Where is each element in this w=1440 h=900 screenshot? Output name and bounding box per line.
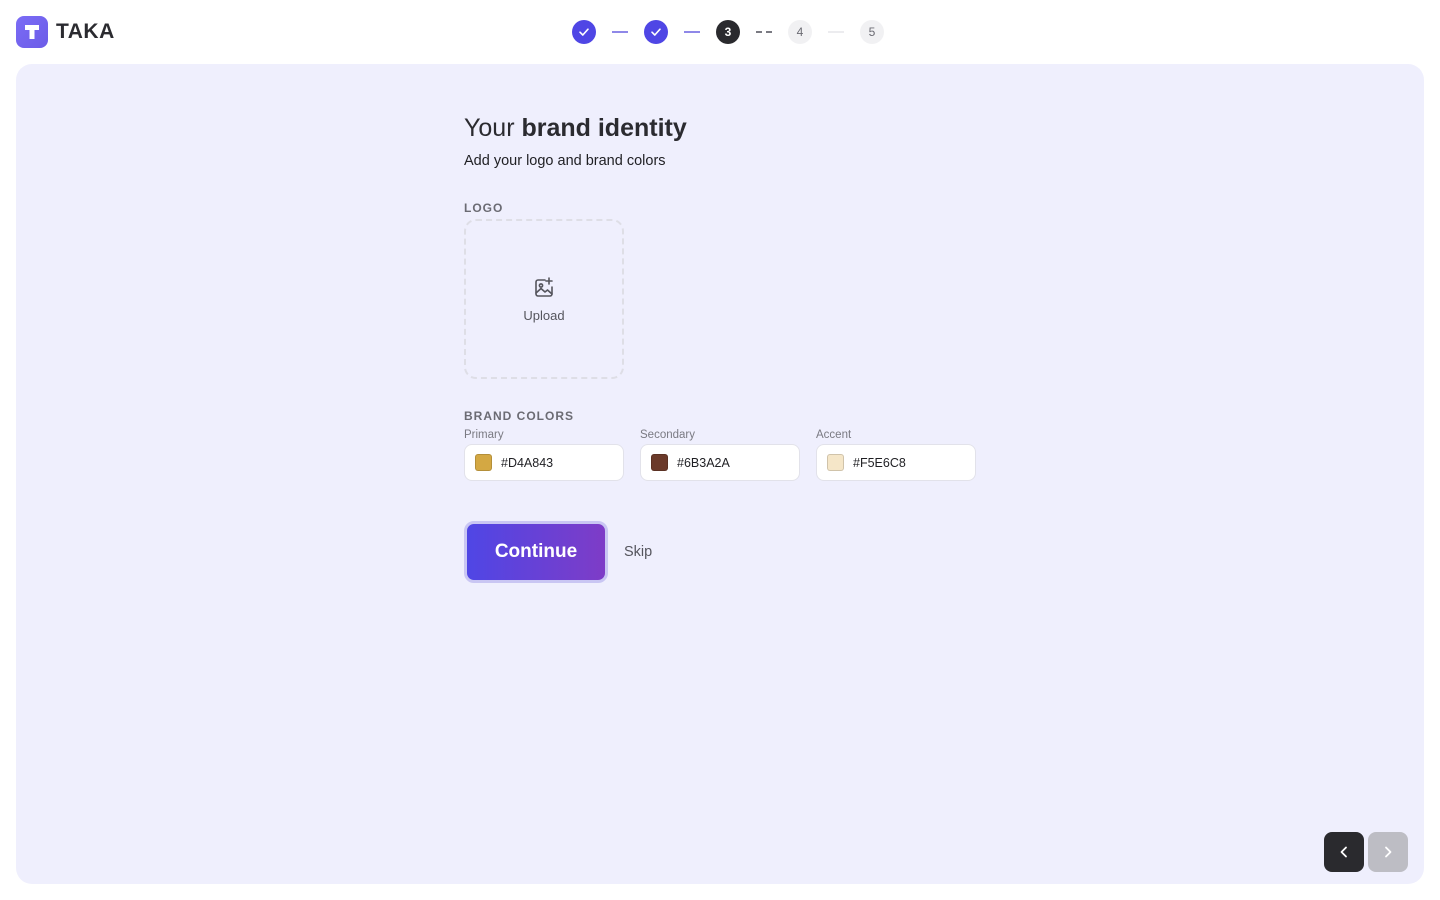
accent-color-swatch[interactable] bbox=[827, 454, 844, 471]
accent-color-value[interactable]: #F5E6C8 bbox=[853, 456, 906, 470]
next-step-button[interactable] bbox=[1368, 832, 1408, 872]
step-4: 4 bbox=[788, 20, 812, 44]
app-name: TAKA bbox=[56, 20, 115, 43]
chevron-left-icon bbox=[1340, 846, 1347, 858]
secondary-color-swatch[interactable] bbox=[651, 454, 668, 471]
step-3-current: 3 bbox=[716, 20, 740, 44]
step-navigation bbox=[1324, 832, 1408, 872]
step-connector bbox=[668, 20, 716, 44]
step-1-complete[interactable] bbox=[572, 20, 596, 44]
previous-step-button[interactable] bbox=[1324, 832, 1364, 872]
skip-link[interactable]: Skip bbox=[624, 544, 652, 560]
primary-color-value[interactable]: #D4A843 bbox=[501, 456, 553, 470]
check-icon bbox=[579, 28, 589, 36]
primary-color-field: Primary #D4A843 bbox=[464, 429, 624, 481]
step-connector bbox=[596, 20, 644, 44]
top-bar: TAKA 3 4 5 bbox=[0, 0, 1440, 64]
step-connector bbox=[740, 20, 788, 44]
check-icon bbox=[651, 28, 661, 36]
brand-colors-label: BRAND COLORS bbox=[464, 409, 574, 423]
form-actions: Continue Skip bbox=[464, 521, 984, 583]
progress-stepper: 3 4 5 bbox=[572, 20, 884, 44]
t-logo-icon bbox=[16, 16, 48, 48]
logo-upload-dropzone[interactable]: Upload bbox=[464, 219, 624, 379]
secondary-color-input[interactable]: #6B3A2A bbox=[640, 444, 800, 481]
accent-color-label: Accent bbox=[816, 429, 852, 441]
brand-colors-row: Primary #D4A843 Secondary #6B3A2A Accent… bbox=[464, 429, 984, 481]
continue-button[interactable]: Continue bbox=[464, 521, 608, 583]
logo-section-label: LOGO bbox=[464, 201, 504, 215]
brand[interactable]: TAKA bbox=[16, 16, 115, 48]
step-2-complete[interactable] bbox=[644, 20, 668, 44]
main-panel: Your brand identity Add your logo and br… bbox=[16, 64, 1424, 884]
accent-color-field: Accent #F5E6C8 bbox=[816, 429, 976, 481]
secondary-color-label: Secondary bbox=[640, 429, 695, 441]
page-title: Your brand identity bbox=[464, 114, 687, 142]
brand-identity-form: Your brand identity Add your logo and br… bbox=[464, 114, 984, 583]
step-5: 5 bbox=[860, 20, 884, 44]
upload-label: Upload bbox=[523, 307, 565, 323]
primary-color-label: Primary bbox=[464, 429, 504, 441]
step-connector bbox=[812, 20, 860, 44]
image-add-icon bbox=[535, 276, 553, 297]
primary-color-swatch[interactable] bbox=[475, 454, 492, 471]
secondary-color-field: Secondary #6B3A2A bbox=[640, 429, 800, 481]
primary-color-input[interactable]: #D4A843 bbox=[464, 444, 624, 481]
secondary-color-value[interactable]: #6B3A2A bbox=[677, 456, 730, 470]
accent-color-input[interactable]: #F5E6C8 bbox=[816, 444, 976, 481]
chevron-right-icon bbox=[1385, 846, 1392, 858]
page-subtitle: Add your logo and brand colors bbox=[464, 153, 666, 169]
